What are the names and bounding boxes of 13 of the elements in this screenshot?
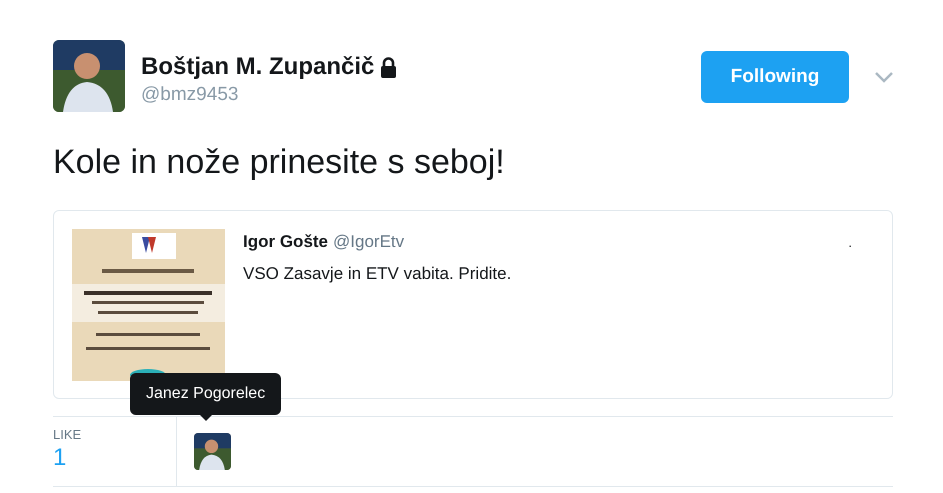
like-count[interactable]: 1 [53,443,176,473]
tooltip: Janez Pogorelec [130,373,282,421]
author-avatar[interactable] [53,40,125,112]
quoted-tweet-text: VSO Zasavje in ETV vabita. Pridite. [243,262,512,284]
author-handle[interactable]: @bmz9453 [141,82,398,108]
following-button[interactable]: Following [701,51,849,103]
dot-mark: . [848,234,852,252]
liker-avatar[interactable] [194,433,231,470]
author-name[interactable]: Boštjan M. Zupančič [141,52,374,82]
quoted-author-name[interactable]: Igor Gošte [243,229,328,254]
quoted-author-handle[interactable]: @IgorEtv [333,229,404,254]
tweet-text: Kole in nože prinesite s seboj! [53,142,506,183]
like-label: LIKE [53,427,82,443]
